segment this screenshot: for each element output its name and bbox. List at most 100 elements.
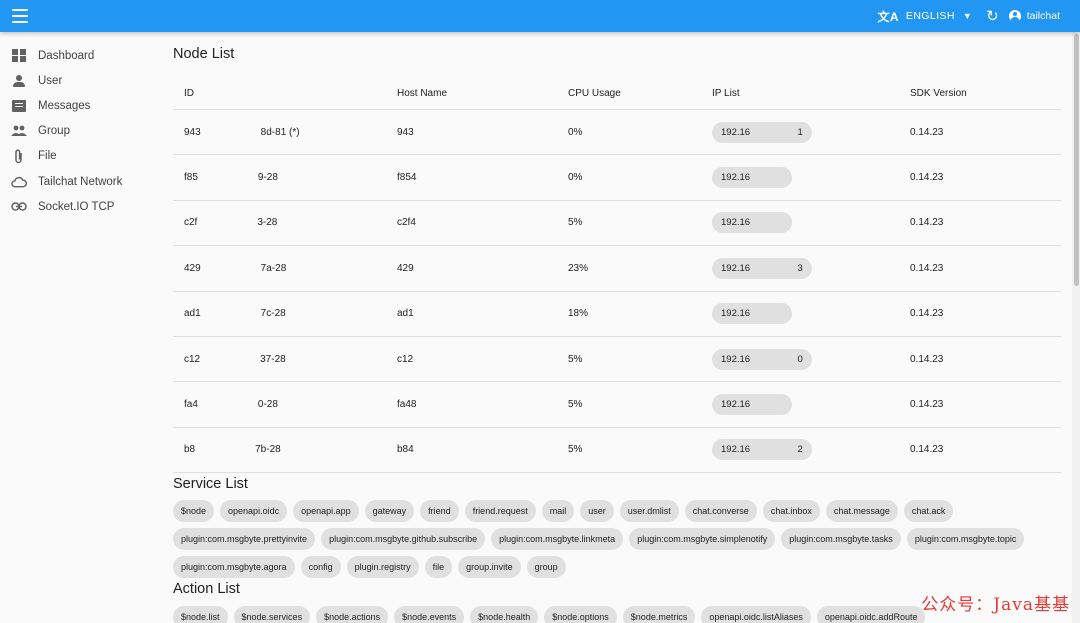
account-icon: [1008, 10, 1021, 22]
table-row: f85 9-28 f854 0% 192.16 0.14.23: [173, 155, 1061, 201]
service-chip[interactable]: chat.ack: [903, 500, 954, 522]
column-header-host-name: Host Name: [397, 87, 448, 99]
user-icon: [11, 74, 27, 88]
service-chip[interactable]: plugin:com.msgbyte.linkmeta: [491, 528, 624, 550]
sidebar-item-messages[interactable]: Messages: [0, 93, 160, 118]
service-chip[interactable]: chat.converse: [684, 500, 757, 522]
action-chip[interactable]: openapi.oidc.listAliases: [701, 606, 811, 623]
cell-ip-list: 192.16: [712, 394, 910, 416]
service-chip[interactable]: openapi.oidc: [220, 500, 288, 522]
table-row: c2f 3-28 c2f4 5% 192.16 0.14.23: [173, 201, 1061, 247]
service-chip[interactable]: openapi.app: [293, 500, 359, 522]
service-chip[interactable]: chat.inbox: [762, 500, 820, 522]
cell-id: ad1 7c-28: [184, 308, 286, 320]
cell-cpu-usage: 5%: [568, 399, 583, 411]
service-chip[interactable]: plugin:com.msgbyte.agora: [173, 556, 295, 578]
menu-icon[interactable]: [12, 9, 28, 23]
service-chip[interactable]: plugin:com.msgbyte.prettyinvite: [173, 528, 316, 550]
table-row: b8 7b-28 b84 5% 192.16 2 0.14.23: [173, 428, 1061, 474]
cell-host-name: ad1: [397, 308, 414, 320]
page-scrollbar[interactable]: [1072, 32, 1080, 623]
cell-cpu-usage: 18%: [568, 308, 589, 320]
sidebar-item-socketio-tcp[interactable]: Socket.IO TCP: [0, 194, 160, 219]
service-chip[interactable]: config: [300, 556, 341, 578]
sidebar-item-file[interactable]: File: [0, 144, 160, 169]
action-chip[interactable]: $node.options: [544, 606, 617, 623]
cell-sdk-version: 0.14.23: [910, 217, 944, 229]
service-chip[interactable]: plugin:com.msgbyte.tasks: [781, 528, 901, 550]
username: tailchat: [1026, 10, 1060, 22]
service-chip[interactable]: friend: [420, 500, 459, 522]
cell-id: fa4 0-28: [184, 399, 278, 411]
table-row: fa4 0-28 fa48 5% 192.16 0.14.23: [173, 382, 1061, 428]
ip-chip: 192.16 3: [712, 257, 812, 279]
service-chip[interactable]: user.dmlist: [619, 500, 679, 522]
action-chip[interactable]: $node.actions: [316, 606, 389, 623]
node-list-title: Node List: [173, 46, 235, 62]
cell-ip-list: 192.16 2: [712, 439, 910, 461]
service-chip[interactable]: gateway: [364, 500, 415, 522]
cell-host-name: c2f4: [397, 217, 416, 229]
cell-sdk-version: 0.14.23: [910, 172, 944, 184]
group-icon: [11, 124, 27, 138]
service-chip[interactable]: plugin:com.msgbyte.simplenotify: [629, 528, 776, 550]
cell-host-name: f854: [397, 172, 417, 184]
service-chip[interactable]: group.invite: [458, 556, 521, 578]
service-chip[interactable]: plugin.registry: [346, 556, 419, 578]
cell-host-name: 943: [397, 126, 414, 138]
ip-chip: 192.16: [712, 167, 792, 189]
sidebar-item-label: User: [38, 74, 63, 87]
user-menu[interactable]: tailchat: [1008, 10, 1060, 22]
sidebar-item-label: Dashboard: [38, 49, 95, 62]
attach-file-icon: [11, 149, 27, 164]
action-list-title: Action List: [173, 581, 240, 597]
sidebar-item-user[interactable]: User: [0, 68, 160, 93]
sidebar-item-label: File: [38, 150, 57, 163]
language-selector[interactable]: 文A ENGLISH ▼: [877, 8, 972, 25]
service-chip[interactable]: chat.message: [825, 500, 898, 522]
service-chip[interactable]: plugin:com.msgbyte.topic: [906, 528, 1025, 550]
column-header-sdk-version: SDK Version: [910, 87, 967, 99]
action-chip[interactable]: $node.list: [173, 606, 228, 623]
scroll-thumb[interactable]: [1074, 34, 1079, 286]
cell-ip-list: 192.16: [712, 212, 910, 234]
sidebar-item-group[interactable]: Group: [0, 119, 160, 144]
cell-ip-list: 192.16: [712, 167, 910, 189]
sidebar-item-dashboard[interactable]: Dashboard: [0, 43, 160, 68]
refresh-icon[interactable]: ↻: [986, 9, 999, 24]
service-chip[interactable]: file: [424, 556, 453, 578]
service-chip[interactable]: $node: [173, 500, 215, 522]
messages-icon: [11, 99, 27, 113]
sidebar-item-label: Group: [38, 125, 70, 138]
cell-ip-list: 192.16: [712, 303, 910, 325]
cell-cpu-usage: 5%: [568, 353, 583, 365]
action-chip[interactable]: $node.services: [233, 606, 311, 623]
table-row: ad1 7c-28 ad1 18% 192.16 0.14.23: [173, 292, 1061, 337]
action-chip[interactable]: openapi.oidc.addRoute: [816, 606, 926, 623]
ip-chip: 192.16 0: [712, 348, 812, 370]
service-chip[interactable]: friend.request: [464, 500, 536, 522]
sidebar-item-tailchat-network[interactable]: Tailchat Network: [0, 169, 160, 194]
cell-sdk-version: 0.14.23: [910, 399, 944, 411]
service-chip[interactable]: user: [580, 500, 614, 522]
action-chip[interactable]: $node.events: [394, 606, 465, 623]
service-chip[interactable]: plugin:com.msgbyte.github.subscribe: [321, 528, 486, 550]
table-header: ID Host Name CPU Usage IP List SDK Versi…: [173, 77, 1061, 110]
cell-cpu-usage: 23%: [568, 262, 589, 274]
cell-id: 429 7a-28: [184, 262, 287, 274]
service-chip[interactable]: group: [526, 556, 566, 578]
ip-chip: 192.16: [712, 212, 792, 234]
sidebar-item-label: Messages: [38, 99, 91, 112]
service-chip-list: $node openapi.oidc openapi.app gateway frien…: [173, 500, 1061, 584]
service-chip[interactable]: mail: [541, 500, 575, 522]
action-chip[interactable]: $node.metrics: [622, 606, 696, 623]
action-chip[interactable]: $node.health: [470, 606, 539, 623]
dashboard-icon: [11, 48, 27, 63]
app-bar-actions: 文A ENGLISH ▼ ↻ tailchat: [877, 0, 1080, 32]
cell-cpu-usage: 5%: [568, 444, 583, 456]
cell-host-name: 429: [397, 262, 414, 274]
column-header-ip-list: IP List: [712, 87, 740, 99]
column-header-cpu-usage: CPU Usage: [568, 87, 621, 99]
table-body: 943 8d-81 (*) 943 0% 192.16 1 0.14.23 f85 9-2…: [173, 110, 1061, 474]
table-row: c12 37-28 c12 5% 192.16 0 0.14.23: [173, 337, 1061, 383]
